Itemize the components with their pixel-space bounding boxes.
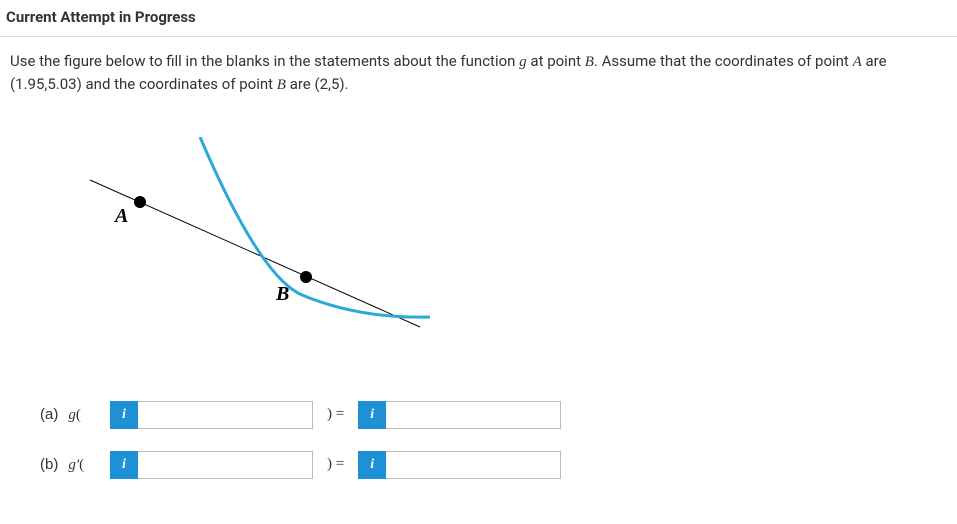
point-b: [300, 271, 312, 283]
point-a: [134, 196, 146, 208]
section-header: Current Attempt in Progress: [0, 0, 957, 37]
prompt-point-b2: B: [277, 77, 286, 93]
input-group-a1: i: [110, 401, 313, 429]
prompt-point-a: A: [853, 54, 862, 70]
label-a: A: [113, 205, 128, 227]
prompt-fn-g: g: [519, 54, 527, 70]
prompt-text: at point: [530, 52, 584, 70]
answer-row-a: (a) g( i ) = i: [40, 401, 947, 429]
hint-button[interactable]: i: [110, 451, 138, 479]
hint-button[interactable]: i: [110, 401, 138, 429]
answer-input-a1[interactable]: [138, 401, 313, 429]
answer-area: (a)g( i ) = i (b)g′( i ) = i: [10, 401, 947, 479]
row-b-label: (b) g′(: [40, 456, 110, 474]
open-paren: (: [79, 457, 84, 473]
answer-input-b1[interactable]: [138, 451, 313, 479]
equals-a: ) =: [327, 406, 344, 423]
prompt-point-b: B: [585, 54, 594, 70]
answer-input-b2[interactable]: [386, 451, 561, 479]
label-b: B: [275, 283, 289, 305]
prompt-text: . Assume that the coordinates of point: [594, 52, 853, 70]
answer-row-b: (b) g′( i ) = i: [40, 451, 947, 479]
figure-svg: A B: [80, 137, 460, 367]
content-area: Use the figure below to fill in the blan…: [0, 37, 957, 521]
input-group-a2: i: [358, 401, 561, 429]
part-b: (b): [40, 456, 58, 473]
input-group-b2: i: [358, 451, 561, 479]
fn-g: g: [68, 407, 76, 423]
fn-gprime: g′: [68, 457, 79, 473]
input-group-b1: i: [110, 451, 313, 479]
part-a: (a): [40, 406, 58, 423]
question-prompt: Use the figure below to fill in the blan…: [10, 51, 947, 97]
row-a-label: (a) g(: [40, 406, 110, 424]
figure: A B: [80, 137, 947, 371]
equals-b: ) =: [327, 456, 344, 473]
open-paren: (: [76, 407, 81, 423]
curve-g: [200, 137, 430, 317]
hint-button[interactable]: i: [358, 401, 386, 429]
prompt-text: are (2,5).: [290, 75, 349, 93]
answer-input-a2[interactable]: [386, 401, 561, 429]
prompt-text: Use the figure below to fill in the blan…: [10, 52, 519, 70]
hint-button[interactable]: i: [358, 451, 386, 479]
